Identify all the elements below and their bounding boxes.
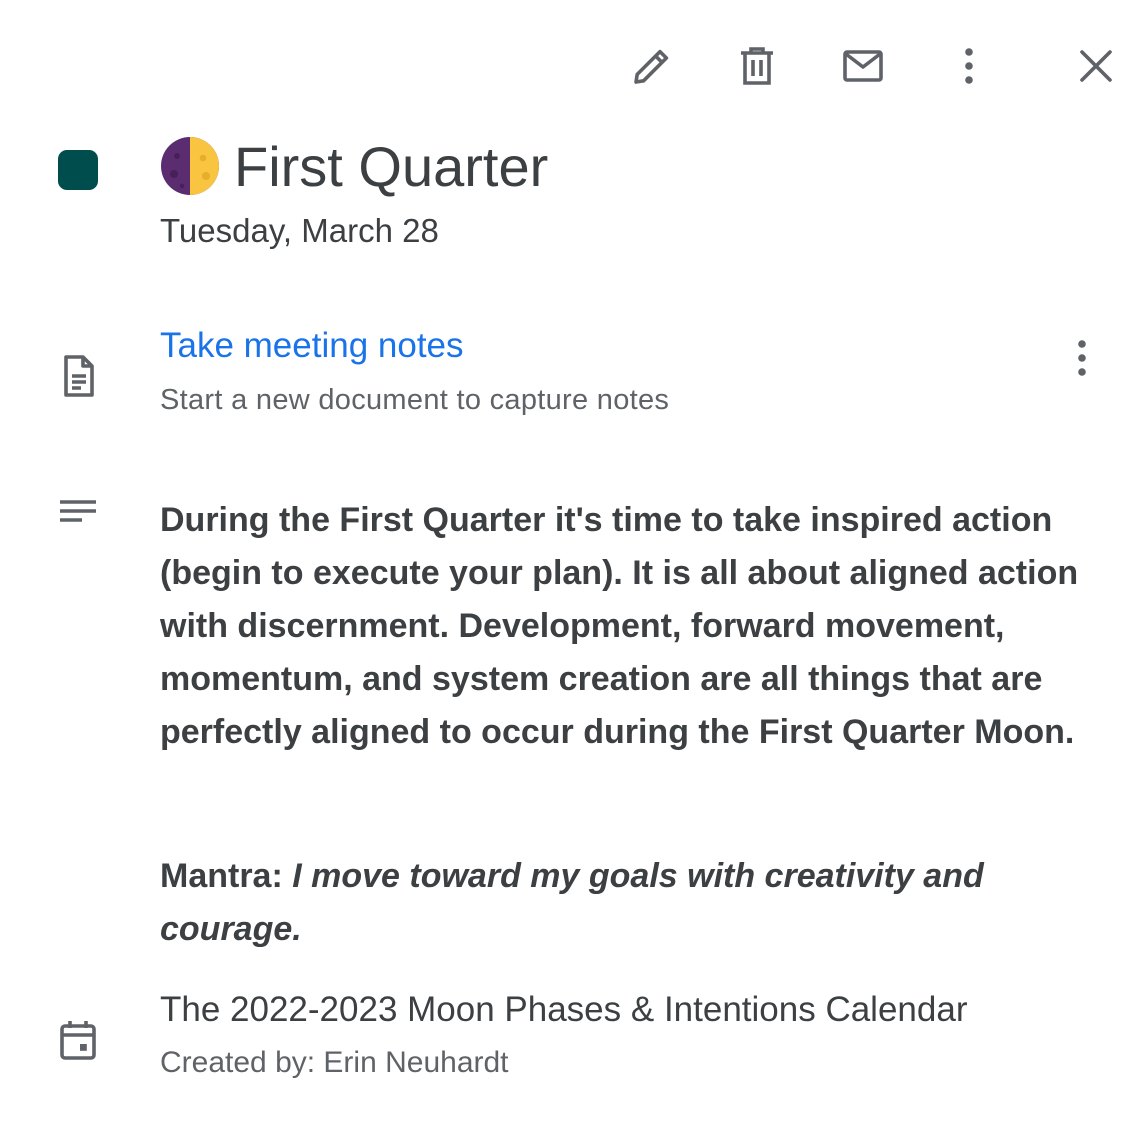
edit-button[interactable]	[622, 36, 682, 96]
close-button[interactable]	[1066, 36, 1126, 96]
notes-row-icon-wrap	[48, 346, 108, 406]
mantra-label: Mantra:	[160, 857, 293, 895]
event-title: First Quarter	[234, 134, 549, 198]
calendar-color-chip	[58, 150, 98, 190]
notes-subtitle: Start a new document to capture notes	[160, 384, 670, 416]
calendar-row-icon-wrap	[48, 1010, 108, 1070]
more-vert-icon	[965, 48, 973, 84]
take-meeting-notes-link[interactable]: Take meeting notes	[160, 326, 464, 366]
event-date: Tuesday, March 28	[160, 212, 439, 249]
email-icon	[843, 50, 883, 82]
description-lines-icon	[60, 500, 96, 522]
first-quarter-moon-icon	[161, 137, 219, 195]
event-title-row: First Quarter	[160, 130, 548, 202]
more-options-button[interactable]	[939, 36, 999, 96]
description-row-icon-wrap	[48, 484, 108, 544]
calendar-creator: Created by: Erin Neuhardt	[160, 1046, 509, 1079]
close-icon	[1080, 50, 1112, 82]
email-guests-button[interactable]	[833, 36, 893, 96]
document-icon	[64, 355, 94, 397]
edit-icon	[634, 49, 669, 84]
event-mantra: Mantra: I move toward my goals with crea…	[160, 850, 1080, 956]
notes-more-options-button[interactable]	[1054, 328, 1110, 388]
calendar-name: The 2022-2023 Moon Phases & Intentions C…	[160, 990, 968, 1029]
delete-icon	[741, 47, 773, 85]
more-vert-icon	[1078, 340, 1086, 376]
delete-button[interactable]	[727, 36, 787, 96]
calendar-icon	[60, 1021, 96, 1060]
event-description: During the First Quarter it's time to ta…	[160, 501, 1079, 751]
